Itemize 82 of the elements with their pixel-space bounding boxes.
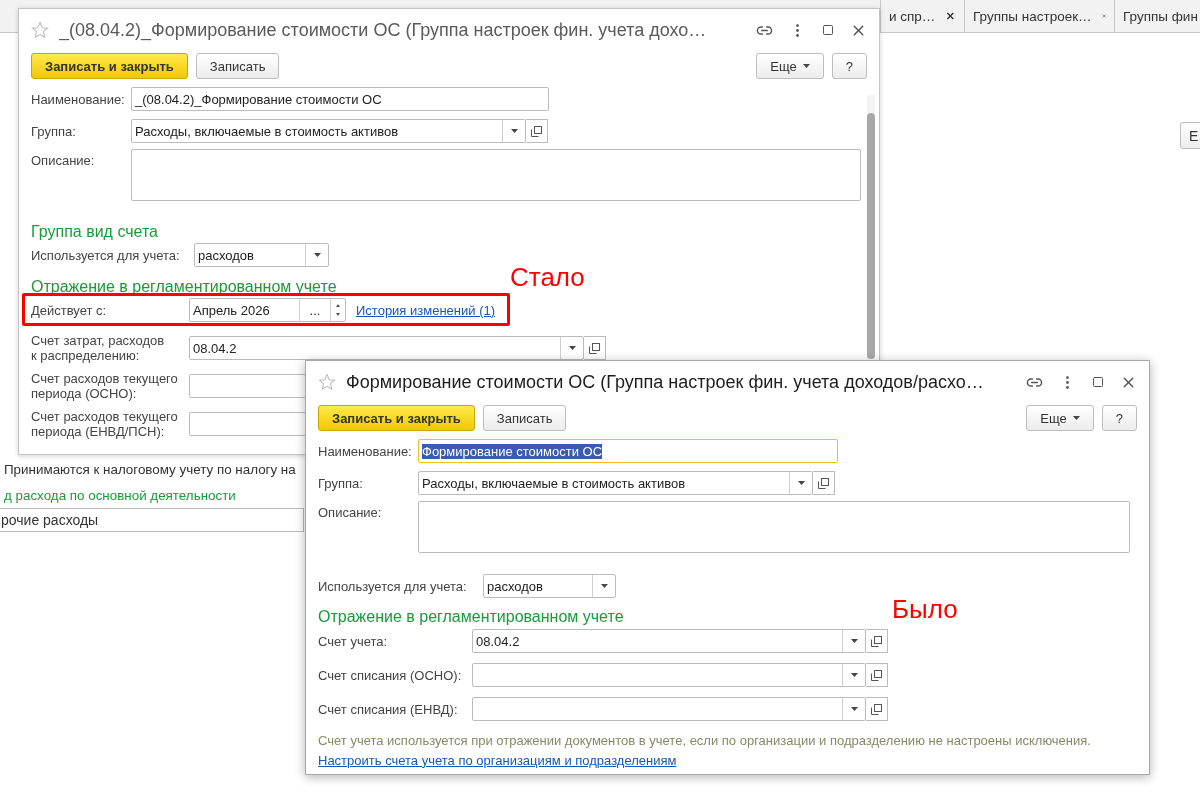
open-button[interactable] (866, 629, 888, 653)
caret-icon (600, 584, 608, 588)
window-title: _(08.04.2)_Формирование стоимости ОС (Группа настроек фин. учета дохо… (59, 19, 708, 41)
select-field[interactable] (472, 663, 866, 687)
history-link[interactable]: История изменений (1) (356, 302, 496, 318)
open-icon (818, 477, 829, 489)
save-close-button[interactable]: Записать и закрыть (318, 405, 475, 431)
select-field[interactable] (472, 697, 866, 721)
select-field[interactable]: расходов (194, 243, 329, 267)
field-label: Группа: (318, 475, 364, 491)
caret-icon (568, 346, 576, 350)
star-icon[interactable] (318, 373, 336, 391)
maximize-icon[interactable] (822, 24, 834, 36)
field-label: Наименование: (318, 443, 413, 459)
field-label: Счет списания (ЕНВД): (318, 701, 459, 717)
help-button[interactable]: ? (831, 53, 867, 79)
close-icon[interactable] (945, 10, 956, 22)
annotation-label: Было (892, 594, 958, 625)
field-label: Наименование: (31, 91, 126, 107)
background-button[interactable]: Е (1180, 122, 1200, 149)
description-field[interactable] (131, 149, 861, 201)
open-icon (871, 703, 882, 715)
caret-icon (850, 673, 858, 677)
window-title: Формирование стоимости ОС (Группа настроек фин. учета доходов/расхо… (346, 371, 985, 393)
section-heading: д расхода по основной деятельности (4, 488, 236, 503)
open-icon (871, 635, 882, 647)
open-icon (531, 125, 542, 137)
select-field[interactable]: 08.04.2 (189, 336, 584, 360)
settings-link[interactable]: Настроить счета учета по организациям и подразделениям (318, 752, 677, 768)
period-field[interactable]: Апрель 2026 ... (189, 298, 346, 322)
select-field[interactable]: рочие расходы (0, 508, 304, 532)
select-field[interactable]: Расходы, включаемые в стоимость активов (131, 119, 526, 143)
page-tab[interactable]: Группы настроек… (964, 0, 1114, 32)
select-field[interactable]: Расходы, включаемые в стоимость активов (418, 471, 813, 495)
section-heading: Отражение в регламентированном учете (31, 278, 337, 296)
select-field[interactable]: расходов (483, 574, 616, 598)
choose-button[interactable]: ... (299, 299, 330, 321)
checkbox-label: Принимаются к налоговому учету по налогу на (4, 462, 296, 477)
save-button[interactable]: Записать (482, 405, 567, 431)
section-heading: Отражение в регламентированном учете (318, 608, 624, 626)
field-label: Используется для учета: (318, 578, 468, 594)
save-button[interactable]: Записать (195, 53, 280, 79)
description-field[interactable] (418, 501, 1130, 553)
caret-icon (1072, 416, 1080, 420)
name-field[interactable]: Формирование стоимости ОС (418, 439, 838, 463)
open-button[interactable] (526, 119, 548, 143)
field-label: Группа: (31, 123, 77, 139)
caret-icon (797, 481, 805, 485)
caret-icon (850, 639, 858, 643)
field-label: Действует с: (31, 302, 108, 318)
select-field[interactable] (189, 374, 306, 398)
field-label: Используется для учета: (31, 247, 181, 263)
scrollbar[interactable] (867, 95, 875, 359)
field-label: Счет расходов текущего периода (ОСНО): (31, 371, 179, 401)
field-label: Описание: (318, 504, 383, 520)
maximize-icon[interactable] (1092, 376, 1104, 388)
field-label: Счет расходов текущего периода (ЕНВД/ПСН): (31, 409, 179, 439)
caret-icon (313, 253, 321, 257)
open-button[interactable] (866, 697, 888, 721)
select-field[interactable]: 08.04.2 (472, 629, 866, 653)
more-button[interactable]: Еще (1026, 405, 1094, 431)
open-icon (589, 342, 600, 354)
star-icon[interactable] (31, 21, 49, 39)
more-button[interactable]: Еще (756, 53, 824, 79)
field-label: Описание: (31, 152, 96, 168)
name-field[interactable]: _(08.04.2)_Формирование стоимости ОС (131, 87, 549, 111)
help-button[interactable]: ? (1101, 405, 1137, 431)
field-label: Счет учета: (318, 633, 389, 649)
section-heading: Группа вид счета (31, 223, 158, 241)
open-icon (871, 669, 882, 681)
caret-icon (802, 64, 810, 68)
open-button[interactable] (813, 471, 835, 495)
field-label: Счет затрат, расходов к распределению: (31, 333, 166, 363)
caret-icon (850, 707, 858, 711)
field-label: Счет списания (ОСНО): (318, 667, 463, 683)
caret-icon (510, 129, 518, 133)
hint-text: Счет учета используется при отражении документов в учете, если по организации и подразделению не настроены исключения. (318, 733, 1091, 748)
select-field[interactable] (189, 412, 306, 436)
open-button[interactable] (866, 663, 888, 687)
page-tab[interactable]: Группы фин (1114, 0, 1200, 32)
annotation-label: Стало (510, 262, 585, 293)
save-close-button[interactable]: Записать и закрыть (31, 53, 188, 79)
